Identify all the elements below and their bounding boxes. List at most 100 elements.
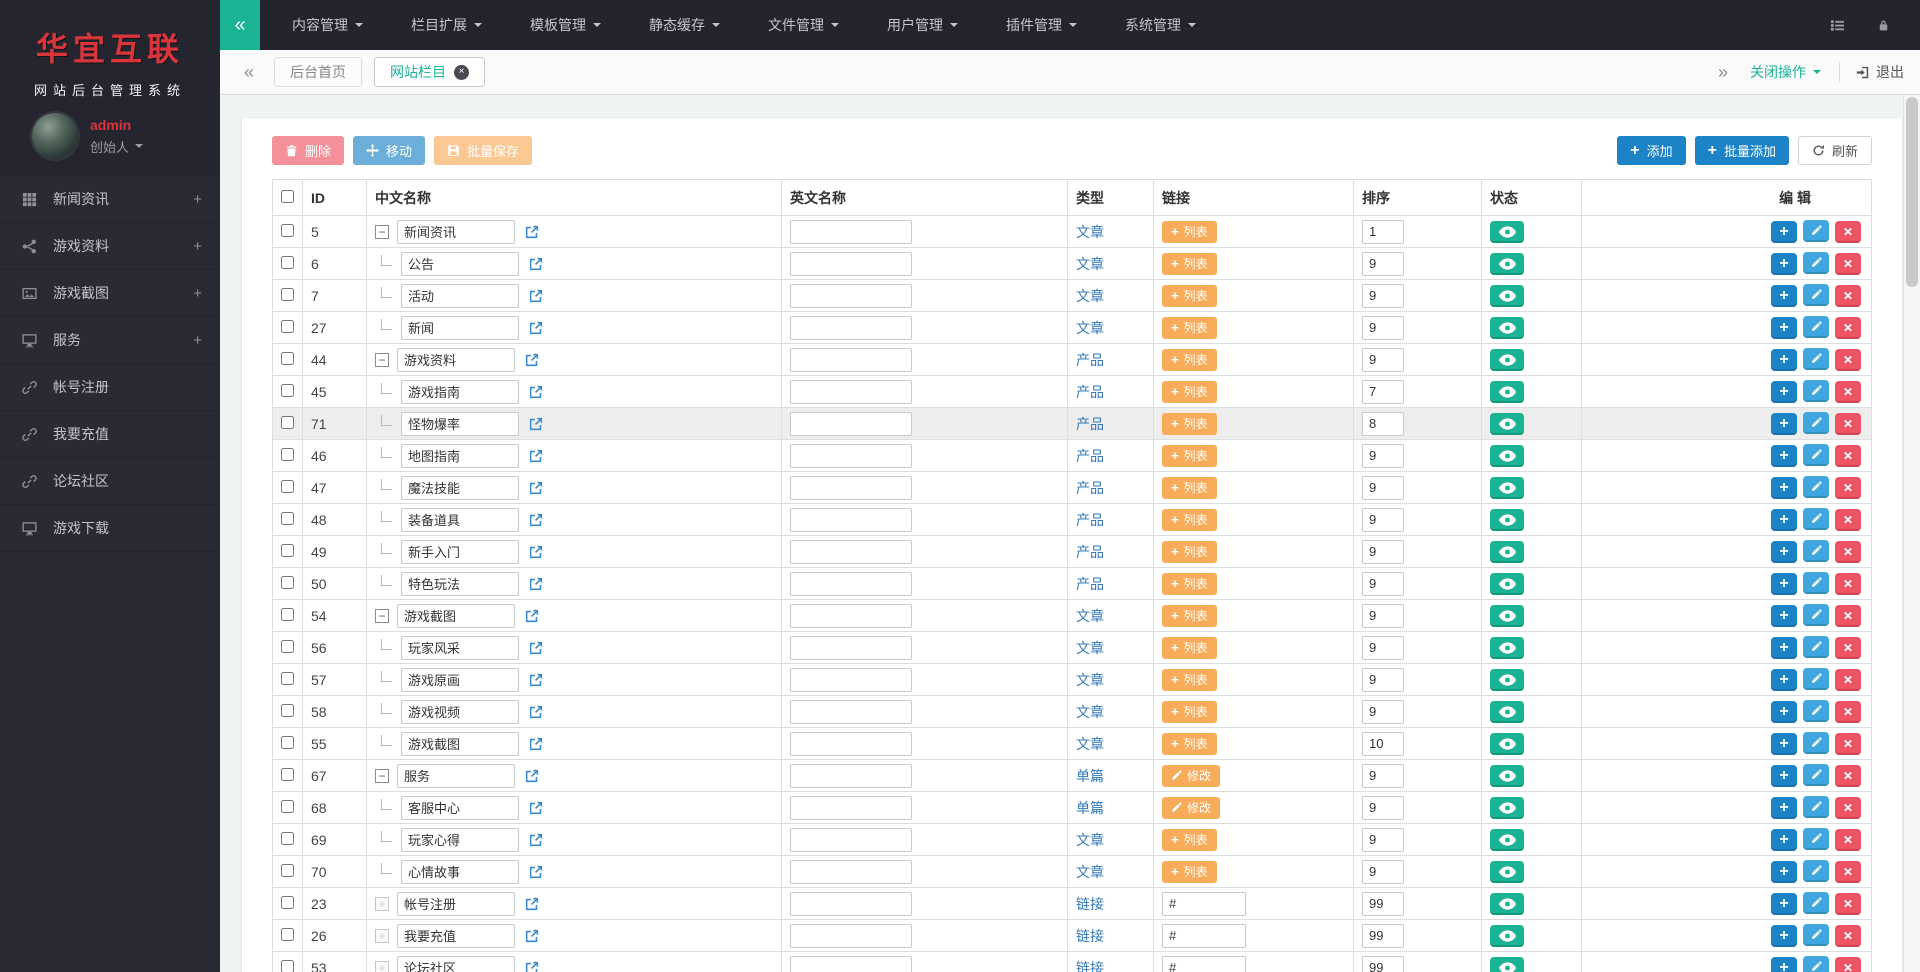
edit-row-button[interactable]: [1803, 507, 1829, 530]
type-link[interactable]: 文章: [1076, 288, 1104, 304]
sort-input[interactable]: [1362, 443, 1404, 468]
scrollbar-thumb[interactable]: [1906, 97, 1918, 287]
move-button[interactable]: 移动: [353, 136, 426, 165]
type-link[interactable]: 产品: [1076, 448, 1104, 464]
add-child-button[interactable]: +: [1771, 573, 1797, 596]
status-toggle-button[interactable]: [1490, 444, 1524, 467]
sort-input[interactable]: [1362, 731, 1404, 756]
type-link[interactable]: 产品: [1076, 384, 1104, 400]
tree-collapse-icon[interactable]: −: [375, 224, 389, 239]
edit-row-button[interactable]: [1803, 955, 1829, 972]
name-en-input[interactable]: [790, 475, 912, 500]
row-checkbox[interactable]: [281, 895, 294, 909]
edit-row-button[interactable]: [1803, 763, 1829, 786]
sort-input[interactable]: [1362, 667, 1404, 692]
external-link-icon[interactable]: [529, 481, 543, 495]
list-button[interactable]: + 列表: [1162, 252, 1217, 275]
type-link[interactable]: 文章: [1076, 256, 1104, 272]
sort-input[interactable]: [1362, 507, 1404, 532]
name-en-input[interactable]: [790, 251, 912, 276]
sort-input[interactable]: [1362, 923, 1404, 948]
list-button[interactable]: + 列表: [1162, 316, 1217, 339]
delete-row-button[interactable]: ✕: [1835, 509, 1861, 532]
name-cn-input[interactable]: [397, 219, 515, 244]
add-child-button[interactable]: +: [1771, 861, 1797, 884]
delete-row-button[interactable]: ✕: [1835, 637, 1861, 660]
type-link[interactable]: 产品: [1076, 544, 1104, 560]
add-child-button[interactable]: +: [1771, 669, 1797, 692]
list-button[interactable]: + 列表: [1162, 412, 1217, 435]
external-link-icon[interactable]: [529, 737, 543, 751]
external-link-icon[interactable]: [525, 929, 539, 943]
delete-row-button[interactable]: ✕: [1835, 861, 1861, 884]
add-child-button[interactable]: +: [1771, 509, 1797, 532]
nav-menu-user[interactable]: 用户管理: [863, 0, 982, 50]
edit-row-button[interactable]: [1803, 379, 1829, 402]
type-link[interactable]: 文章: [1076, 864, 1104, 880]
type-link[interactable]: 文章: [1076, 832, 1104, 848]
sort-input[interactable]: [1362, 411, 1404, 436]
external-link-icon[interactable]: [529, 801, 543, 815]
delete-row-button[interactable]: ✕: [1835, 765, 1861, 788]
external-link-icon[interactable]: [529, 673, 543, 687]
add-child-button[interactable]: +: [1771, 637, 1797, 660]
add-child-button[interactable]: +: [1771, 221, 1797, 244]
list-button[interactable]: + 列表: [1162, 476, 1217, 499]
add-child-button[interactable]: +: [1771, 957, 1797, 972]
external-link-icon[interactable]: [529, 865, 543, 879]
row-checkbox[interactable]: [281, 767, 294, 781]
name-cn-input[interactable]: [401, 443, 519, 468]
nav-menu-plugin[interactable]: 插件管理: [982, 0, 1101, 50]
modify-button[interactable]: 修改: [1162, 796, 1221, 819]
edit-row-button[interactable]: [1803, 347, 1829, 370]
logout-button[interactable]: 退出: [1839, 62, 1904, 82]
name-en-input[interactable]: [790, 635, 912, 660]
external-link-icon[interactable]: [525, 609, 539, 623]
nav-menu-template[interactable]: 模板管理: [506, 0, 625, 50]
status-toggle-button[interactable]: [1490, 732, 1524, 755]
name-en-input[interactable]: [790, 347, 912, 372]
delete-row-button[interactable]: ✕: [1835, 477, 1861, 500]
type-link[interactable]: 文章: [1076, 320, 1104, 336]
delete-row-button[interactable]: ✕: [1835, 541, 1861, 564]
external-link-icon[interactable]: [525, 769, 539, 783]
name-en-input[interactable]: [790, 539, 912, 564]
type-link[interactable]: 产品: [1076, 480, 1104, 496]
row-checkbox[interactable]: [281, 575, 294, 589]
type-link[interactable]: 文章: [1076, 640, 1104, 656]
status-toggle-button[interactable]: [1490, 668, 1524, 691]
name-en-input[interactable]: [790, 763, 912, 788]
add-child-button[interactable]: +: [1771, 349, 1797, 372]
name-en-input[interactable]: [790, 315, 912, 340]
add-child-button[interactable]: +: [1771, 381, 1797, 404]
list-button[interactable]: + 列表: [1162, 668, 1217, 691]
name-en-input[interactable]: [790, 667, 912, 692]
edit-row-button[interactable]: [1803, 475, 1829, 498]
edit-row-button[interactable]: [1803, 411, 1829, 434]
sort-input[interactable]: [1362, 219, 1404, 244]
name-cn-input[interactable]: [401, 507, 519, 532]
name-cn-input[interactable]: [401, 635, 519, 660]
sidebar-item-forum[interactable]: 论坛社区: [0, 458, 220, 505]
name-cn-input[interactable]: [401, 795, 519, 820]
row-checkbox[interactable]: [281, 543, 294, 557]
delete-row-button[interactable]: ✕: [1835, 733, 1861, 756]
row-checkbox[interactable]: [281, 799, 294, 813]
delete-row-button[interactable]: ✕: [1835, 797, 1861, 820]
delete-row-button[interactable]: ✕: [1835, 605, 1861, 628]
row-checkbox[interactable]: [281, 703, 294, 717]
row-checkbox[interactable]: [281, 351, 294, 365]
type-link[interactable]: 产品: [1076, 416, 1104, 432]
name-cn-input[interactable]: [401, 827, 519, 852]
name-en-input[interactable]: [790, 603, 912, 628]
name-cn-input[interactable]: [397, 347, 515, 372]
status-toggle-button[interactable]: [1490, 284, 1524, 307]
delete-row-button[interactable]: ✕: [1835, 221, 1861, 244]
name-en-input[interactable]: [790, 571, 912, 596]
row-checkbox[interactable]: [281, 639, 294, 653]
nav-menu-system[interactable]: 系统管理: [1101, 0, 1220, 50]
add-child-button[interactable]: +: [1771, 413, 1797, 436]
sort-input[interactable]: [1362, 827, 1404, 852]
row-checkbox[interactable]: [281, 671, 294, 685]
sidebar-item-register[interactable]: 帐号注册: [0, 364, 220, 411]
